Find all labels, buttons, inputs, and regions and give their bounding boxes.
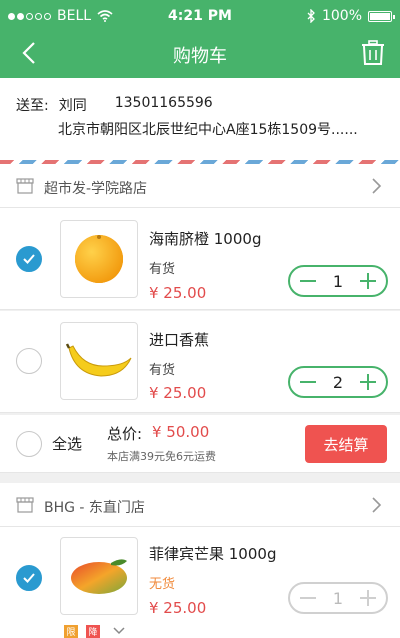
chevron-right-icon — [372, 178, 382, 194]
decrease-button[interactable] — [298, 271, 318, 291]
stock-status: 有货 — [149, 363, 176, 378]
cart-item: 进口香蕉 有货 ¥ 25.00 2 — [0, 311, 400, 413]
quantity-stepper: 2 — [288, 366, 388, 398]
select-all-label[interactable]: 全选 — [52, 433, 82, 454]
cart-item: 海南脐橙 1000g 有货 ¥ 25.00 1 — [0, 208, 400, 310]
stock-status: 有货 — [149, 262, 176, 277]
delete-button[interactable] — [358, 38, 388, 68]
item-checkbox[interactable] — [16, 246, 42, 272]
product-price: ¥ 25.00 — [149, 284, 207, 302]
store-icon — [16, 497, 34, 513]
shipping-note: 本店满39元免6元运费 — [107, 450, 216, 463]
plus-icon-bar — [367, 273, 369, 289]
page-title: 购物车 — [173, 46, 227, 67]
item-checkbox[interactable] — [16, 565, 42, 591]
total-label: 总价: — [107, 425, 143, 443]
product-image[interactable] — [60, 220, 138, 298]
battery-icon — [368, 10, 395, 22]
product-image[interactable] — [60, 322, 138, 400]
product-image[interactable] — [60, 537, 138, 615]
product-name[interactable]: 进口香蕉 — [149, 329, 209, 350]
trash-icon — [362, 40, 384, 65]
header: BELL 4:21 PM 100% 购物车 — [0, 0, 400, 78]
minus-icon — [300, 280, 316, 282]
checkout-button[interactable]: 去结算 — [305, 425, 387, 463]
store-summary: 全选 总价: ¥ 50.00 本店满39元免6元运费 去结算 — [0, 415, 400, 473]
mango-image — [71, 559, 127, 594]
select-all-checkbox[interactable] — [16, 431, 42, 457]
quantity-value[interactable]: 2 — [333, 373, 343, 392]
quantity-value[interactable]: 1 — [333, 589, 343, 608]
promo-tag: 限 — [64, 625, 78, 638]
bluetooth-icon — [307, 9, 315, 23]
chevron-right-icon — [372, 497, 382, 513]
check-icon — [23, 254, 35, 264]
decrease-button[interactable] — [298, 372, 318, 392]
product-name[interactable]: 海南脐橙 1000g — [149, 228, 261, 249]
address-detail: 北京市朝阳区北辰世纪中心A座15栋1509号...... — [58, 122, 358, 138]
product-price: ¥ 25.00 — [149, 384, 207, 402]
battery-percent: 100% — [321, 8, 362, 24]
address-label: 送至: — [16, 98, 49, 114]
quantity-value[interactable]: 1 — [333, 272, 343, 291]
increase-button[interactable] — [358, 271, 378, 291]
decrease-button[interactable] — [298, 588, 318, 608]
store-header[interactable]: 超市发-学院路店 — [0, 164, 400, 208]
item-checkbox[interactable] — [16, 348, 42, 374]
minus-icon — [300, 381, 316, 383]
store-name: 超市发-学院路店 — [44, 181, 148, 197]
minus-icon — [300, 597, 316, 599]
discount-tag: 降 — [86, 625, 100, 638]
cart-item: 菲律宾芒果 1000g 无货 ¥ 25.00 1 — [0, 527, 400, 638]
recipient-name: 刘同 — [58, 98, 87, 114]
increase-button[interactable] — [358, 588, 378, 608]
plus-icon-bar — [367, 374, 369, 390]
store-icon — [16, 178, 34, 194]
status-bar: BELL 4:21 PM 100% — [0, 0, 400, 30]
navbar: 购物车 — [0, 32, 400, 76]
quantity-stepper: 1 — [288, 582, 388, 614]
chevron-down-icon[interactable] — [112, 624, 126, 638]
check-icon — [23, 573, 35, 583]
plus-icon-bar — [367, 590, 369, 606]
recipient-phone: 13501165596 — [114, 95, 213, 111]
store-name: BHG - 东直门店 — [44, 500, 145, 516]
delivery-address[interactable]: 送至: 刘同 13501165596 北京市朝阳区北辰世纪中心A座15栋1509… — [0, 78, 400, 164]
orange-image — [75, 235, 123, 283]
product-name[interactable]: 菲律宾芒果 1000g — [149, 543, 276, 564]
quantity-stepper: 1 — [288, 265, 388, 297]
total-value: ¥ 50.00 — [152, 423, 210, 441]
product-price: ¥ 25.00 — [149, 599, 207, 617]
increase-button[interactable] — [358, 372, 378, 392]
stock-status: 无货 — [149, 577, 176, 592]
store-header[interactable]: BHG - 东直门店 — [0, 483, 400, 527]
banana-image — [65, 343, 132, 377]
